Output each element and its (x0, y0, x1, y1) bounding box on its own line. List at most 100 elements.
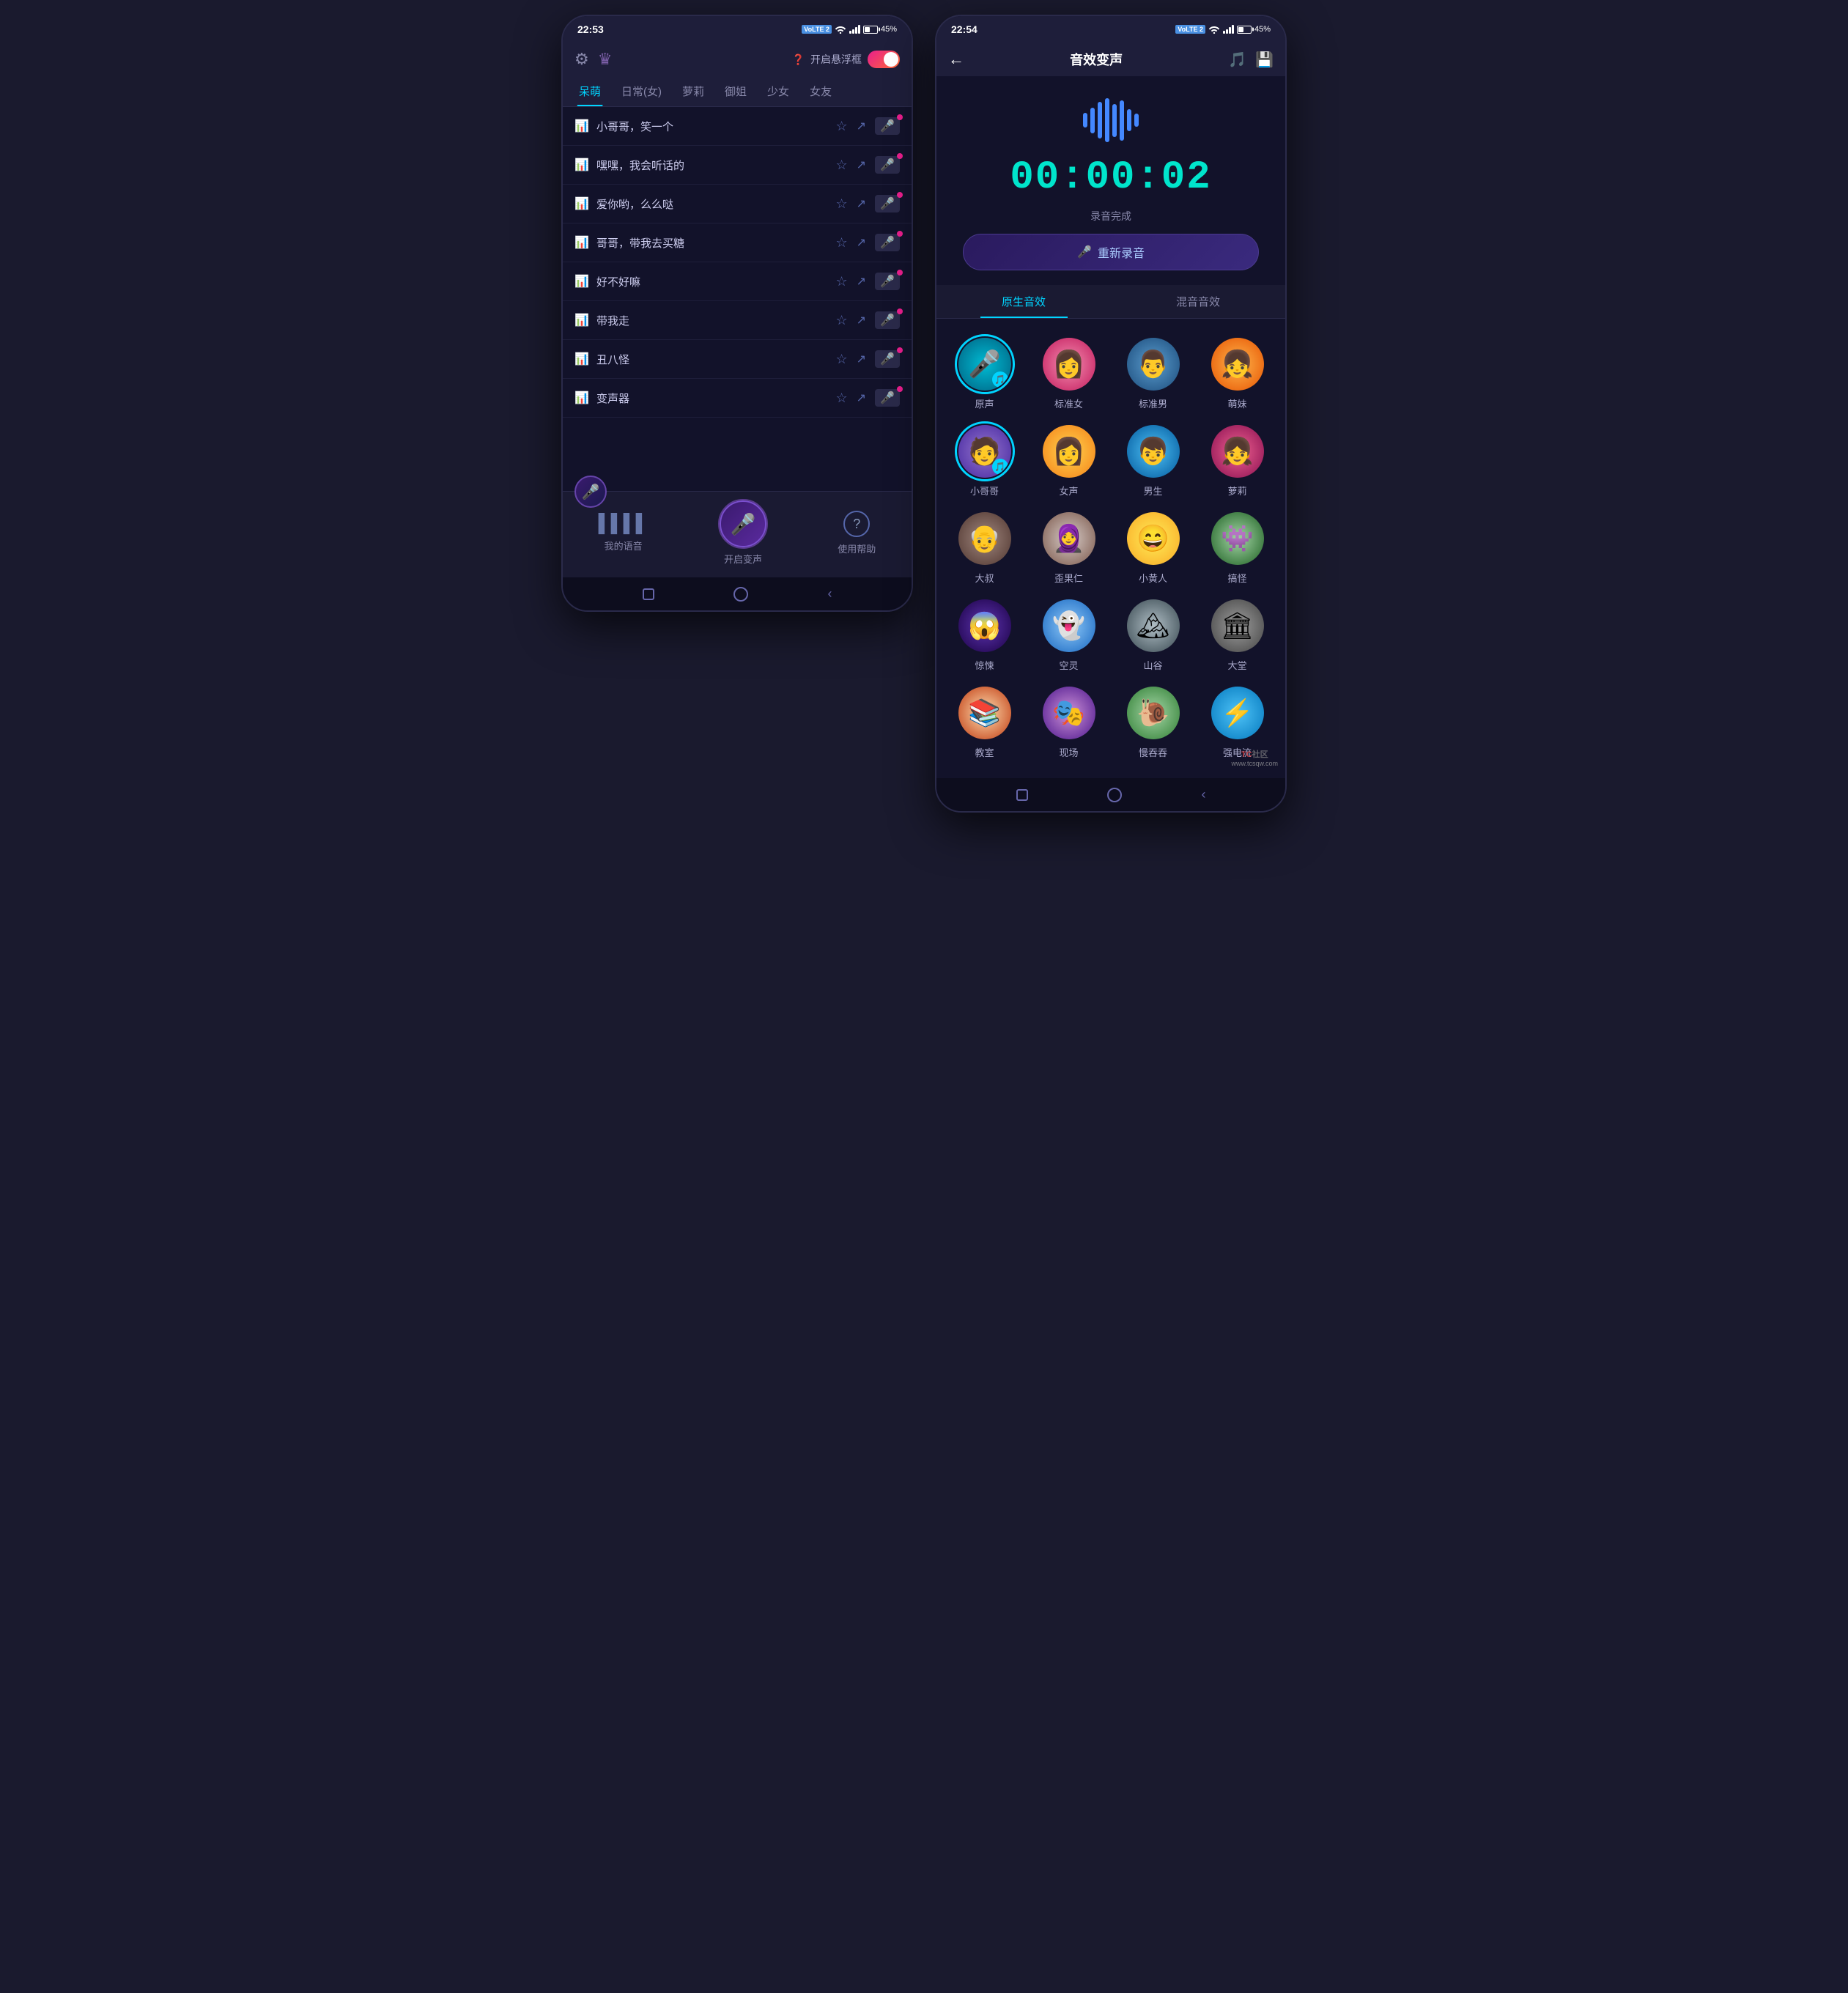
recording-timer: 00:00:02 (942, 155, 1279, 200)
effect-valley[interactable]: 🏔 山谷 (1111, 592, 1195, 679)
share-icon-0[interactable]: ↗ (857, 119, 866, 133)
tab-daily-female[interactable]: 日常(女) (611, 76, 672, 106)
mic-badge-2[interactable]: 🎤 (875, 195, 900, 212)
floating-frame-toggle[interactable] (868, 51, 900, 68)
effect-monster[interactable]: 👾 搞怪 (1195, 505, 1279, 592)
effect-meng-mei[interactable]: 👧 萌妹 (1195, 330, 1279, 418)
song-list: 📊 小哥哥，笑一个 ☆ ↗ 🎤 📊 嘿嘿，我会听话的 ☆ ↗ 🎤 (563, 107, 912, 491)
effect-standard-female[interactable]: 👩 标准女 (1027, 330, 1111, 418)
android-navbar-1: ‹ (563, 577, 912, 610)
star-icon-2[interactable]: ☆ (835, 196, 847, 212)
floating-mic-button[interactable]: 🎤 (574, 476, 607, 508)
effect-label-slow: 慢吞吞 (1139, 745, 1167, 759)
effect-avatar-female: 👩 (1043, 425, 1095, 478)
music-list-icon[interactable]: 🎵 (1228, 51, 1246, 69)
song-item-4[interactable]: 📊 好不好嘛 ☆ ↗ 🎤 (563, 262, 912, 301)
nav-my-voice[interactable]: ▌▌▌▌ 我的语音 (599, 514, 648, 552)
tab-yujie[interactable]: 御姐 (714, 76, 757, 106)
effect-xiao-gege[interactable]: 🧑 🎵 小哥哥 (942, 418, 1027, 505)
watermark: TC社区 www.tcsqw.com (1231, 748, 1278, 767)
star-icon-0[interactable]: ☆ (835, 119, 847, 134)
home-button-2[interactable] (1107, 788, 1122, 802)
effect-avatar-std-male: 👨 (1127, 338, 1180, 391)
star-icon-5[interactable]: ☆ (835, 313, 847, 328)
tab-daemeng[interactable]: 呆萌 (569, 76, 611, 106)
star-icon-7[interactable]: ☆ (835, 391, 847, 406)
waveform-icon-6: 📊 (574, 352, 589, 366)
help-icon[interactable]: ❓ (792, 53, 805, 66)
wifi-icon-1 (835, 25, 846, 34)
back-button-2[interactable]: ‹ (1202, 787, 1206, 802)
effect-minion[interactable]: 😄 小黄人 (1111, 505, 1195, 592)
effect-label-meng-mei: 萌妹 (1227, 396, 1246, 410)
re-record-button[interactable]: 🎤 重新录音 (963, 234, 1260, 270)
tab-luoli[interactable]: 萝莉 (672, 76, 714, 106)
save-icon[interactable]: 💾 (1255, 51, 1274, 69)
effect-original[interactable]: 🎤 🎵 原声 (942, 330, 1027, 418)
page-title: 音效变声 (1070, 50, 1123, 69)
star-icon-1[interactable]: ☆ (835, 158, 847, 173)
share-icon-3[interactable]: ↗ (857, 235, 866, 250)
effect-hall[interactable]: 🏛 大堂 (1195, 592, 1279, 679)
timer-display: 00:00:02 (936, 149, 1285, 206)
tab-mixed-effects[interactable]: 混音音效 (1111, 285, 1285, 318)
waveform-icon-1: 📊 (574, 158, 589, 172)
tab-native-effects[interactable]: 原生音效 (936, 285, 1111, 318)
home-button-1[interactable] (733, 587, 748, 602)
effect-live[interactable]: 🎭 现场 (1027, 679, 1111, 766)
nav-label-help: 使用帮助 (838, 541, 876, 555)
nav-voice-change[interactable]: 🎤 开启变声 (720, 500, 766, 566)
mic-badge-0[interactable]: 🎤 (875, 117, 900, 135)
star-icon-6[interactable]: ☆ (835, 352, 847, 367)
tab-girlfriend[interactable]: 女友 (799, 76, 842, 106)
effect-avatar-ethereal: 👻 (1043, 599, 1095, 652)
song-item-7[interactable]: 📊 变声器 ☆ ↗ 🎤 (563, 379, 912, 418)
effect-horror[interactable]: 😱 惊悚 (942, 592, 1027, 679)
effect-female-voice[interactable]: 👩 女声 (1027, 418, 1111, 505)
share-icon-4[interactable]: ↗ (857, 274, 866, 289)
mic-badge-7[interactable]: 🎤 (875, 389, 900, 407)
mic-badge-3[interactable]: 🎤 (875, 234, 900, 251)
effect-daishu[interactable]: 👴 大叔 (942, 505, 1027, 592)
effect-luoli[interactable]: 👧 萝莉 (1195, 418, 1279, 505)
back-button-header[interactable]: ← (948, 50, 964, 69)
song-item-6[interactable]: 📊 丑八怪 ☆ ↗ 🎤 (563, 340, 912, 379)
song-item-0[interactable]: 📊 小哥哥，笑一个 ☆ ↗ 🎤 (563, 107, 912, 146)
effect-ethereal[interactable]: 👻 空灵 (1027, 592, 1111, 679)
share-icon-5[interactable]: ↗ (857, 313, 866, 328)
nav-help[interactable]: ? 使用帮助 (838, 511, 876, 555)
settings-icon[interactable]: ⚙ (574, 50, 589, 69)
effect-avatar-xiao-gege: 🧑 🎵 (958, 425, 1011, 478)
mic-badge-1[interactable]: 🎤 (875, 156, 900, 174)
app-header-2: ← 音效变声 🎵 💾 (936, 42, 1285, 76)
mic-badge-6[interactable]: 🎤 (875, 350, 900, 368)
mic-badge-4[interactable]: 🎤 (875, 273, 900, 290)
share-icon-6[interactable]: ↗ (857, 352, 866, 366)
effect-slow[interactable]: 🐌 慢吞吞 (1111, 679, 1195, 766)
song-item-2[interactable]: 📊 爱你哟，么么哒 ☆ ↗ 🎤 (563, 185, 912, 223)
star-icon-4[interactable]: ☆ (835, 274, 847, 289)
song-item-3[interactable]: 📊 哥哥，带我去买糖 ☆ ↗ 🎤 (563, 223, 912, 262)
effect-male-voice[interactable]: 👦 男生 (1111, 418, 1195, 505)
question-nav-icon: ? (843, 511, 870, 537)
effect-standard-male[interactable]: 👨 标准男 (1111, 330, 1195, 418)
song-item-5[interactable]: 📊 带我走 ☆ ↗ 🎤 (563, 301, 912, 340)
effect-avatar-monster: 👾 (1211, 512, 1264, 565)
mic-badge-5[interactable]: 🎤 (875, 311, 900, 329)
share-icon-7[interactable]: ↗ (857, 391, 866, 405)
recents-button-2[interactable] (1016, 789, 1028, 801)
battery-percent-1: 45% (881, 25, 897, 34)
share-icon-1[interactable]: ↗ (857, 158, 866, 172)
effect-classroom[interactable]: 📚 教室 (942, 679, 1027, 766)
recents-button-1[interactable] (643, 588, 654, 600)
battery-percent-2: 45% (1254, 25, 1271, 34)
star-icon-3[interactable]: ☆ (835, 235, 847, 251)
effect-label-foreigner: 歪果仁 (1054, 571, 1083, 585)
tab-shaonv[interactable]: 少女 (757, 76, 799, 106)
back-button-1[interactable]: ‹ (828, 586, 832, 602)
song-item-1[interactable]: 📊 嘿嘿，我会听话的 ☆ ↗ 🎤 (563, 146, 912, 185)
share-icon-2[interactable]: ↗ (857, 196, 866, 211)
effect-foreigner[interactable]: 🧕 歪果仁 (1027, 505, 1111, 592)
crown-icon[interactable]: ♛ (598, 50, 613, 69)
effect-avatar-classroom: 📚 (958, 687, 1011, 739)
